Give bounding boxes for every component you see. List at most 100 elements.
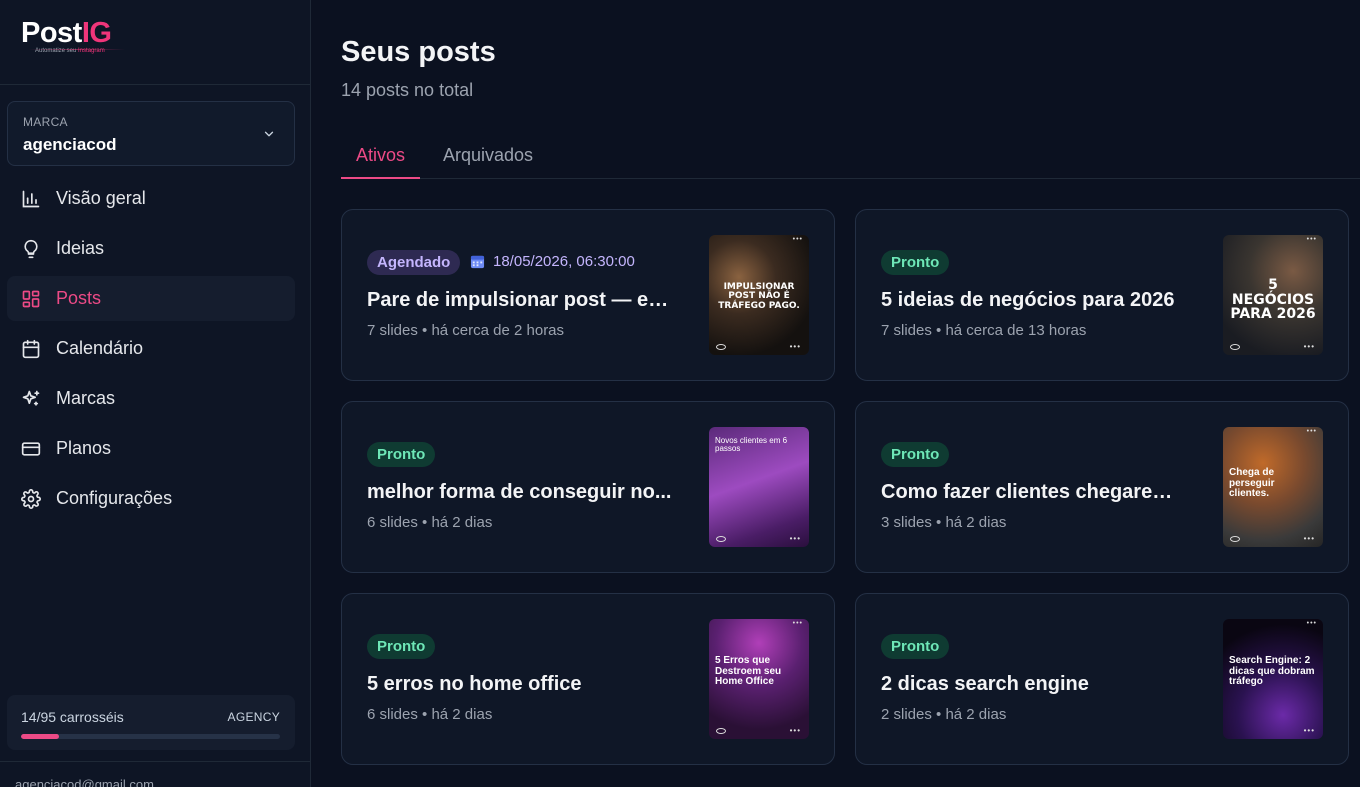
usage-count: 14/95 carrosséis	[21, 709, 124, 725]
post-title: 5 erros no home office	[367, 673, 582, 695]
post-thumbnail: ••• 5 Erros que Destroem seu Home Office…	[709, 619, 809, 739]
gear-icon	[21, 488, 41, 509]
sidebar-divider	[0, 84, 310, 85]
brand-label: MARCA	[23, 115, 68, 129]
more-icon: •••	[1306, 236, 1317, 243]
post-card[interactable]: Pronto 5 erros no home office 6 slides •…	[341, 593, 835, 765]
post-card[interactable]: Pronto 5 ideias de negócios para 2026 7 …	[855, 209, 1349, 381]
bar-chart-icon	[22, 190, 40, 207]
schedule-date-text: 18/05/2026, 06:30:00	[493, 253, 635, 270]
post-card[interactable]: Pronto 2 dicas search engine 2 slides • …	[855, 593, 1349, 765]
post-thumbnail: ••• Search Engine: 2 dicas que dobram tr…	[1223, 619, 1323, 739]
eye-icon	[716, 344, 726, 350]
post-title: melhor forma de conseguir no...	[367, 481, 672, 503]
post-title: Como fazer clientes chegarem ...	[881, 481, 1186, 503]
more-icon: •••	[789, 342, 801, 351]
tab-ativos[interactable]: Ativos	[341, 134, 421, 179]
more-icon: •••	[789, 726, 801, 735]
sidebar-item-calendario[interactable]: Calendário	[7, 326, 295, 371]
sidebar-item-label: Planos	[56, 438, 112, 458]
sidebar-item-label: Calendário	[56, 338, 144, 358]
post-thumbnail: ••• 5 NEGÓCIOS PARA 2026 •••	[1223, 235, 1323, 355]
sidebar-item-label: Visão geral	[56, 188, 146, 208]
post-card[interactable]: Pronto Como fazer clientes chegarem ... …	[855, 401, 1349, 573]
sidebar-nav: Visão geral Ideias Posts Calendário Marc…	[7, 176, 295, 526]
eye-icon	[716, 728, 726, 734]
chevron-down-icon	[264, 131, 274, 137]
post-title: 5 ideias de negócios para 2026	[881, 289, 1175, 311]
post-meta: 6 slides • há 2 dias	[367, 514, 493, 531]
schedule-date: 18/05/2026, 06:30:00	[470, 253, 635, 270]
sidebar-item-label: Posts	[56, 288, 102, 308]
main-content: Seus posts 14 posts no total Ativos Arqu…	[311, 0, 1360, 787]
sidebar: PostIG Automatize seu Instagram MARCA ag…	[0, 0, 311, 787]
post-title: 2 dicas search engine	[881, 673, 1089, 695]
thumbnail-text: IMPULSIONAR POST NÃO É TRÁFEGO PAGO.	[718, 282, 800, 311]
sidebar-divider	[0, 761, 310, 762]
calendar-icon	[470, 255, 485, 269]
usage-panel: 14/95 carrosséis AGENCY	[7, 695, 295, 750]
post-meta: 7 slides • há cerca de 13 horas	[881, 322, 1087, 339]
user-email[interactable]: agenciacod@gmail.com	[15, 777, 154, 787]
thumbnail-text: Chega de perseguir clientes.	[1229, 467, 1275, 499]
eye-icon	[1230, 536, 1240, 542]
brand-value: agenciacod	[23, 135, 117, 154]
more-icon: •••	[792, 620, 803, 627]
more-icon: •••	[1306, 620, 1317, 627]
more-icon: •••	[1303, 534, 1315, 543]
logo-underline	[29, 49, 125, 50]
post-meta: 2 slides • há 2 dias	[881, 706, 1007, 723]
eye-icon	[716, 536, 726, 542]
sidebar-item-posts[interactable]: Posts	[7, 276, 295, 321]
more-icon: •••	[789, 534, 801, 543]
thumbnail-text: 5 NEGÓCIOS PARA 2026	[1230, 277, 1316, 323]
sidebar-item-marcas[interactable]: Marcas	[7, 376, 295, 421]
more-icon: •••	[792, 236, 803, 243]
credit-card-icon	[21, 441, 41, 456]
post-meta: 7 slides • há cerca de 2 horas	[367, 322, 565, 339]
status-badge: Pronto	[881, 442, 950, 467]
post-title: Pare de impulsionar post — e c...	[367, 289, 672, 311]
thumbnail-text: Search Engine: 2 dicas que dobram tráfeg…	[1229, 655, 1315, 687]
logo-text: Post	[21, 17, 82, 49]
calendar-icon	[22, 339, 40, 358]
status-badge: Agendado	[367, 250, 461, 275]
app-logo[interactable]: PostIG Automatize seu Instagram	[21, 17, 125, 57]
status-badge: Pronto	[881, 250, 950, 275]
post-thumbnail: ••• IMPULSIONAR POST NÃO É TRÁFEGO PAGO.…	[709, 235, 809, 355]
sidebar-item-visao-geral[interactable]: Visão geral	[7, 176, 295, 221]
more-icon: •••	[1303, 726, 1315, 735]
plan-badge: AGENCY	[227, 710, 280, 724]
sidebar-item-label: Marcas	[56, 388, 116, 408]
thumbnail-text: 5 Erros que Destroem seu Home Office	[715, 655, 782, 687]
grid-icon	[22, 290, 40, 307]
eye-icon	[1230, 344, 1240, 350]
status-badge: Pronto	[367, 634, 436, 659]
post-thumbnail: ••• Chega de perseguir clientes. •••	[1223, 427, 1323, 547]
post-meta: 3 slides • há 2 dias	[881, 514, 1007, 531]
lightbulb-icon	[24, 239, 38, 258]
sparkles-icon	[22, 390, 40, 406]
usage-progress-bar	[21, 734, 280, 739]
tab-arquivados[interactable]: Arquivados	[428, 134, 548, 179]
more-icon: •••	[1303, 342, 1315, 351]
post-meta: 6 slides • há 2 dias	[367, 706, 493, 723]
usage-progress-fill	[21, 734, 60, 739]
page-title: Seus posts	[341, 36, 496, 68]
tabs: Ativos Arquivados	[341, 134, 1360, 179]
sidebar-item-label: Ideias	[56, 238, 105, 258]
status-badge: Pronto	[367, 442, 436, 467]
logo-accent: IG	[81, 17, 112, 49]
sidebar-item-ideias[interactable]: Ideias	[7, 226, 295, 271]
sidebar-item-planos[interactable]: Planos	[7, 426, 295, 471]
status-badge: Pronto	[881, 634, 950, 659]
thumbnail-text: Novos clientes em 6 passos	[715, 436, 788, 454]
sidebar-item-configuracoes[interactable]: Configurações	[7, 476, 295, 521]
page-subtitle: 14 posts no total	[341, 80, 474, 100]
brand-selector[interactable]: MARCA agenciacod	[7, 101, 295, 166]
post-thumbnail: Novos clientes em 6 passos •••	[709, 427, 809, 547]
post-card[interactable]: Pronto melhor forma de conseguir no... 6…	[341, 401, 835, 573]
post-card[interactable]: Agendado 18/05/2026, 06:30:00 Pare de im…	[341, 209, 835, 381]
sidebar-item-label: Configurações	[56, 488, 173, 508]
more-icon: •••	[1306, 428, 1317, 435]
